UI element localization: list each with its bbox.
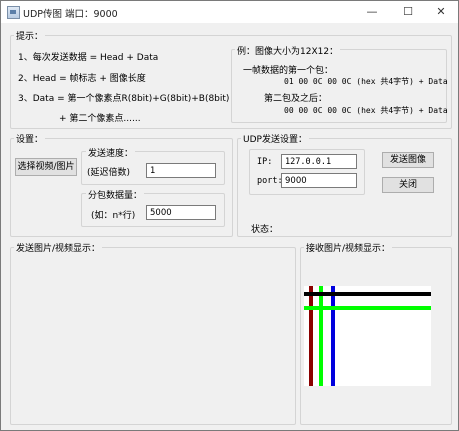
main-window: UDP传图 端口：9000 — ☐ ✕ 提示： 1、每次发送数据 = Head … <box>0 0 459 431</box>
example-label: 例：图像大小为12X12： <box>235 44 341 57</box>
window-title: UDP传图 端口：9000 <box>23 9 118 20</box>
close-button[interactable]: 关闭 <box>382 177 434 193</box>
send-display-group <box>10 247 296 425</box>
port-input[interactable]: 9000 <box>281 173 357 188</box>
send-display-label: 发送图片/视频显示： <box>14 241 103 254</box>
packet-size-input[interactable]: 5000 <box>146 205 216 220</box>
second-packet-data: 00 00 0C 00 0C (hex 共4字节) + Data <box>284 106 448 115</box>
ip-label: IP: <box>257 157 273 167</box>
send-image-button[interactable]: 发送图像 <box>382 152 434 168</box>
second-packet-label: 第二包及之后： <box>264 94 328 104</box>
minimize-button[interactable]: — <box>355 1 389 23</box>
recv-display-label: 接收图片/视频显示： <box>304 241 393 254</box>
ip-input[interactable]: 127.0.0.1 <box>281 154 357 169</box>
port-label: port: <box>257 176 283 186</box>
settings-label: 设置： <box>14 132 46 145</box>
title-bar[interactable]: UDP传图 端口：9000 — ☐ ✕ <box>1 1 458 23</box>
green-vertical-line <box>319 286 323 386</box>
green-horizontal-line <box>304 306 431 310</box>
maximize-button[interactable]: ☐ <box>391 1 425 23</box>
tip-line-4: + 第二个像素点...... <box>59 114 141 124</box>
packet-unit-label: (如：n*行) <box>91 211 136 221</box>
speed-label: 发送速度： <box>86 146 136 159</box>
first-packet-data: 01 00 0C 00 0C (hex 共4字节) + Data <box>284 77 448 86</box>
received-image <box>304 286 431 386</box>
tip-line-1: 1、每次发送数据 = Head + Data <box>18 53 159 63</box>
tips-label: 提示： <box>14 29 46 42</box>
black-horizontal-line <box>304 292 431 296</box>
packet-label: 分包数据量： <box>86 188 145 201</box>
select-media-button[interactable]: 选择视频/图片 <box>15 158 77 176</box>
first-packet-label: 一帧数据的第一个包： <box>243 66 334 76</box>
tip-line-2: 2、Head = 帧标志 + 图像长度 <box>18 74 146 84</box>
red-vertical-line <box>309 286 313 386</box>
delay-input[interactable]: 1 <box>146 163 216 178</box>
udp-label: UDP发送设置： <box>241 132 309 145</box>
blue-vertical-line <box>331 286 335 386</box>
tip-line-3: 3、Data = 第一个像素点R(8bit)+G(8bit)+B(8bit) <box>18 94 230 104</box>
app-icon <box>7 6 20 19</box>
delay-label: (延迟倍数) <box>87 168 131 178</box>
close-window-button[interactable]: ✕ <box>424 1 458 23</box>
status-label: 状态： <box>251 225 279 235</box>
